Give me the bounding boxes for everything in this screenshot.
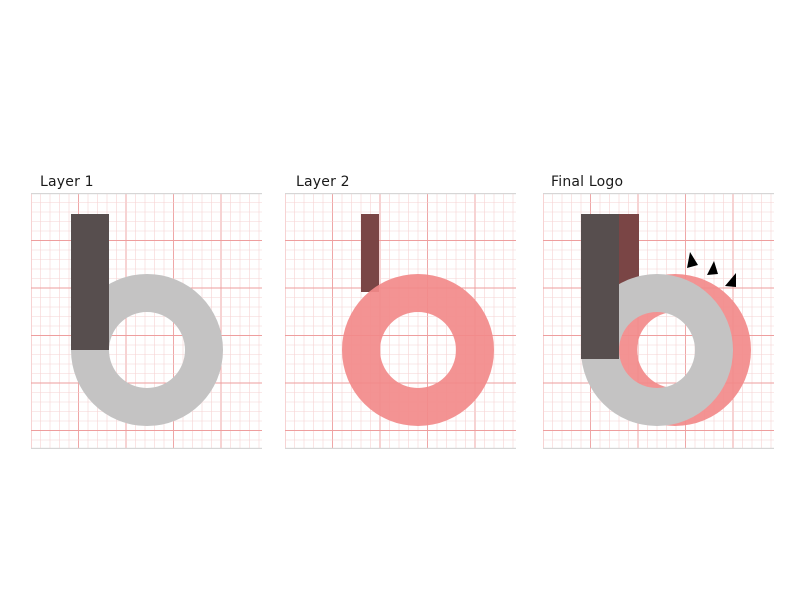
frame-bottom: [543, 447, 774, 449]
layer-1-title: Layer 1: [40, 174, 94, 190]
maroon-stem: [361, 214, 379, 292]
frame-bottom: [31, 447, 262, 449]
frame-bottom: [285, 447, 516, 449]
final-logo-title: Final Logo: [551, 174, 624, 190]
frame-top: [285, 193, 516, 195]
dark-stem: [71, 214, 109, 350]
layer-2-title: Layer 2: [296, 174, 350, 190]
final-dark-stem: [581, 214, 619, 359]
final-logo-panel: [543, 193, 774, 449]
frame-top: [543, 193, 774, 195]
frame-top: [31, 193, 262, 195]
layer-2-panel: [285, 193, 516, 449]
layer-1-panel: [31, 193, 262, 449]
